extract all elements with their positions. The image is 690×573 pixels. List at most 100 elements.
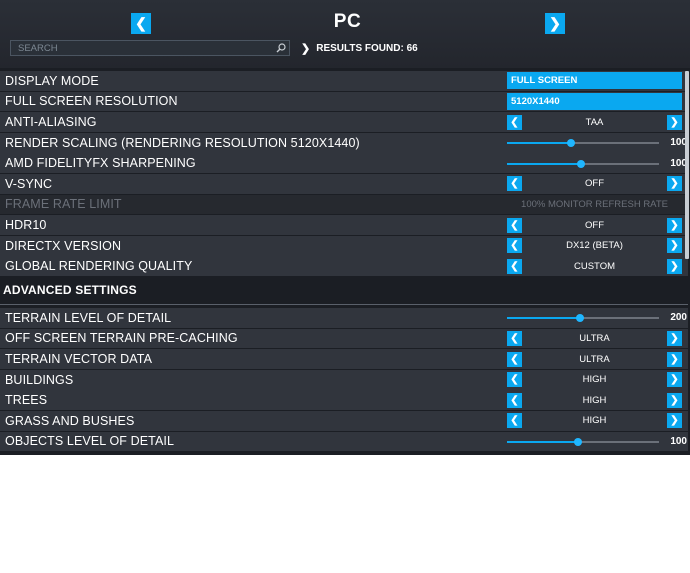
setting-row-v-sync[interactable]: V-SYNC ❮ OFF ❯: [0, 173, 688, 194]
page-title: PC: [333, 11, 362, 32]
slider-fill: [507, 440, 579, 443]
chevron-right-icon[interactable]: ❯: [667, 372, 682, 388]
chevron-left-icon[interactable]: ❮: [507, 351, 522, 367]
chevron-right-icon[interactable]: ❯: [667, 330, 682, 346]
setting-row-hdr10[interactable]: HDR10 ❮ OFF ❯: [0, 215, 688, 235]
results-count: ❯ RESULTS FOUND: 66: [301, 42, 418, 55]
stepper-value: ULTRA: [579, 353, 610, 365]
stepper-off-screen-terrain-pre-caching: ❮ ULTRA ❯: [507, 330, 682, 347]
stepper-grass-and-bushes: ❮ HIGH ❯: [507, 412, 682, 429]
chevron-right-icon[interactable]: ❯: [667, 413, 682, 429]
stepper-value: OFF: [585, 178, 604, 190]
setting-label: ANTI-ALIASING: [5, 115, 97, 130]
setting-label: BUILDINGS: [5, 372, 74, 387]
dropdown-full-screen-resolution[interactable]: 5120X1440: [507, 92, 682, 110]
dropdown-display-mode[interactable]: FULL SCREEN: [507, 72, 682, 90]
chevron-left-icon[interactable]: ❮: [507, 114, 522, 130]
prev-category-button[interactable]: ❮: [131, 13, 151, 34]
setting-label: AMD FIDELITYFX SHARPENING: [5, 156, 196, 171]
chevron-left-icon[interactable]: ❮: [507, 258, 522, 274]
chevron-right-icon[interactable]: ❯: [667, 258, 682, 274]
setting-label: OBJECTS LEVEL OF DETAIL: [5, 434, 175, 449]
stepper-value: HIGH: [582, 415, 607, 427]
setting-row-buildings[interactable]: BUILDINGS ❮ HIGH ❯: [0, 369, 688, 390]
setting-label: TERRAIN VECTOR DATA: [5, 352, 153, 367]
search-icon[interactable]: [273, 41, 289, 55]
setting-value: 100% MONITOR REFRESH RATE: [521, 198, 668, 210]
dropdown-value: FULL SCREEN: [511, 75, 578, 87]
chevron-left-icon[interactable]: ❮: [507, 217, 522, 233]
setting-row-anti-aliasing[interactable]: ANTI-ALIASING ❮ TAA ❯: [0, 112, 688, 132]
chevron-right-icon[interactable]: ❯: [667, 392, 682, 408]
chevron-left-icon[interactable]: ❮: [507, 372, 522, 388]
slider-fill: [507, 142, 571, 145]
slider-thumb[interactable]: [566, 139, 575, 148]
chevron-left-icon[interactable]: ❮: [507, 413, 522, 429]
stepper-value: HIGH: [582, 394, 607, 406]
search-box: [10, 40, 290, 56]
slider-amd-fidelityfx-sharpening[interactable]: 100: [507, 155, 687, 172]
stepper-buildings: ❮ HIGH ❯: [507, 371, 682, 388]
setting-row-amd-fidelityfx-sharpening[interactable]: AMD FIDELITYFX SHARPENING 100: [0, 153, 688, 174]
chevron-right-icon[interactable]: ❯: [667, 114, 682, 130]
slider-fill: [507, 162, 582, 165]
setting-row-grass-and-bushes[interactable]: GRASS AND BUSHES ❮ HIGH ❯: [0, 410, 688, 431]
slider-fill: [507, 317, 580, 320]
setting-row-full-screen-resolution[interactable]: FULL SCREEN RESOLUTION 5120X1440: [0, 91, 688, 112]
slider-terrain-level-of-detail[interactable]: 200: [507, 309, 687, 326]
section-title: ADVANCED SETTINGS: [3, 283, 137, 298]
slider-track[interactable]: [507, 159, 659, 168]
slider-objects-level-of-detail[interactable]: 100: [507, 433, 687, 450]
advanced-settings-heading: ADVANCED SETTINGS: [0, 276, 688, 305]
slider-render-scaling-rendering-resolution-5120x1440[interactable]: 100: [507, 134, 687, 151]
results-label: RESULTS FOUND: 66: [316, 43, 418, 54]
setting-label: FRAME RATE LIMIT: [5, 197, 122, 212]
setting-label: FULL SCREEN RESOLUTION: [5, 94, 178, 109]
stepper-hdr10: ❮ OFF ❯: [507, 217, 682, 234]
setting-row-display-mode[interactable]: DISPLAY MODE FULL SCREEN: [0, 71, 688, 91]
setting-row-terrain-vector-data[interactable]: TERRAIN VECTOR DATA ❮ ULTRA ❯: [0, 349, 688, 369]
stepper-value: ULTRA: [579, 332, 610, 344]
setting-row-frame-rate-limit: FRAME RATE LIMIT 100% MONITOR REFRESH RAT…: [0, 194, 688, 215]
setting-row-trees[interactable]: TREES ❮ HIGH ❯: [0, 390, 688, 411]
slider-thumb[interactable]: [577, 159, 586, 168]
chevron-right-icon[interactable]: ❯: [667, 351, 682, 367]
next-category-button[interactable]: ❯: [545, 13, 565, 34]
slider-track[interactable]: [507, 437, 659, 446]
header: ❮ PC ❯ ❯ RESULTS FOUND: 66: [0, 0, 690, 68]
chevron-left-icon[interactable]: ❮: [507, 392, 522, 408]
stepper-global-rendering-quality: ❮ CUSTOM ❯: [507, 258, 682, 275]
slider-value: 100: [670, 435, 687, 447]
slider-value: 100: [670, 157, 687, 169]
setting-label: DISPLAY MODE: [5, 73, 99, 88]
slider-thumb[interactable]: [575, 314, 584, 323]
slider-track[interactable]: [507, 314, 659, 323]
chevron-right-icon[interactable]: ❯: [667, 176, 682, 192]
settings-panel: ❮ PC ❯ ❯ RESULTS FOUND: 66 DISPLAY MODE F…: [0, 0, 690, 455]
chevron-left-icon[interactable]: ❮: [507, 238, 522, 254]
setting-row-directx-version[interactable]: DIRECTX VERSION ❮ DX12 (BETA) ❯: [0, 235, 688, 256]
stepper-v-sync: ❮ OFF ❯: [507, 175, 682, 192]
static-value-frame-rate-limit: 100% MONITOR REFRESH RATE: [507, 196, 682, 213]
chevron-right-icon: ❯: [301, 43, 311, 55]
setting-row-off-screen-terrain-pre-caching[interactable]: OFF SCREEN TERRAIN PRE-CACHING ❮ ULTRA ❯: [0, 328, 688, 349]
setting-row-terrain-level-of-detail[interactable]: TERRAIN LEVEL OF DETAIL 200: [0, 307, 688, 328]
chevron-right-icon[interactable]: ❯: [667, 238, 682, 254]
setting-label: GRASS AND BUSHES: [5, 413, 135, 428]
slider-track[interactable]: [507, 139, 659, 148]
stepper-value: CUSTOM: [574, 260, 615, 272]
stepper-value: HIGH: [582, 374, 607, 386]
setting-row-global-rendering-quality[interactable]: GLOBAL RENDERING QUALITY ❮ CUSTOM ❯: [0, 256, 688, 277]
scrollbar[interactable]: [685, 71, 689, 259]
setting-label: V-SYNC: [5, 176, 53, 191]
search-input[interactable]: [11, 41, 273, 55]
setting-row-objects-level-of-detail[interactable]: OBJECTS LEVEL OF DETAIL 100: [0, 431, 688, 452]
setting-label: OFF SCREEN TERRAIN PRE-CACHING: [5, 331, 238, 346]
chevron-left-icon[interactable]: ❮: [507, 330, 522, 346]
stepper-terrain-vector-data: ❮ ULTRA ❯: [507, 351, 682, 368]
setting-label: DIRECTX VERSION: [5, 238, 122, 253]
chevron-right-icon[interactable]: ❯: [667, 217, 682, 233]
slider-thumb[interactable]: [574, 437, 583, 446]
chevron-left-icon[interactable]: ❮: [507, 176, 522, 192]
setting-row-render-scaling-rendering-resolution-5120x1440[interactable]: RENDER SCALING (RENDERING RESOLUTION 512…: [0, 132, 688, 153]
